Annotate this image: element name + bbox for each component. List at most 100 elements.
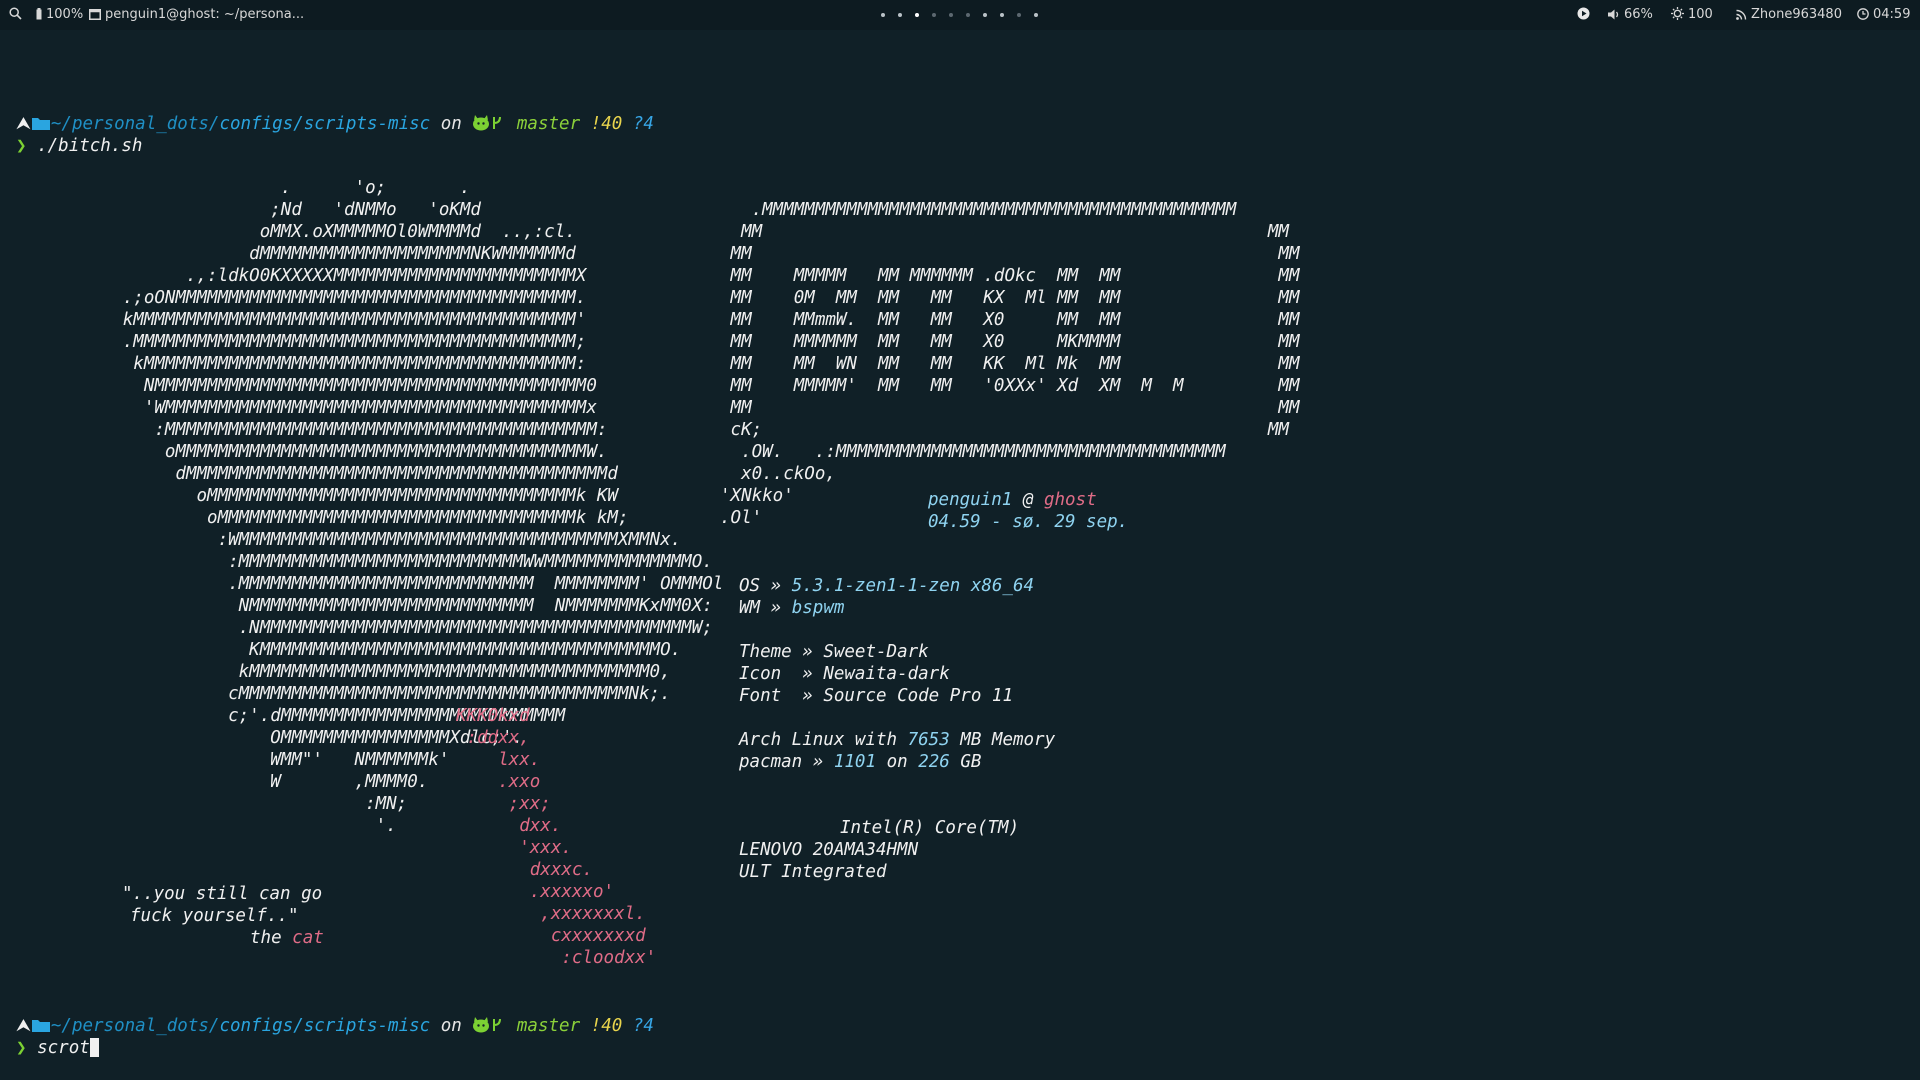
wm-line: WM » bspwm	[739, 597, 844, 619]
git-branch: master	[516, 1016, 581, 1036]
workspace-1[interactable]	[881, 13, 885, 17]
separator: »	[802, 664, 813, 684]
pacman-label: pacman	[739, 752, 803, 772]
path-prefix: ~/personal_dots/	[50, 1016, 220, 1036]
memory-line: Arch Linux with 7653 MB Memory	[739, 729, 1055, 751]
window-title: penguin1@ghost: ~/persona...	[105, 7, 305, 22]
at-sign: @	[1022, 490, 1034, 510]
folder-icon	[31, 114, 51, 134]
workspace-9[interactable]	[1017, 13, 1021, 17]
clock[interactable]: 04:59	[1857, 7, 1910, 22]
theme-line: Theme » Sweet-Dark	[739, 641, 929, 663]
vendor-line: LENOVO 20AMA34HMN	[739, 840, 919, 860]
quote-attribution: the cat	[250, 927, 324, 949]
font-line: Font » Source Code Pro 11	[739, 685, 1013, 707]
memory-prefix: Arch Linux with	[739, 730, 898, 750]
clock-icon	[1857, 7, 1869, 22]
workspace-7[interactable]	[983, 13, 987, 17]
workspace-8[interactable]	[1000, 13, 1004, 17]
quote-line-1: "..you still can go	[122, 884, 323, 904]
network-indicator[interactable]: Zhone963480	[1736, 7, 1842, 22]
font-value: Source Code Pro 11	[823, 686, 1013, 706]
command-input[interactable]: scrot	[37, 1038, 90, 1058]
brightness-indicator[interactable]: 100	[1671, 7, 1713, 22]
username: penguin1	[928, 490, 1013, 510]
prompt-chevron: ❯	[16, 136, 27, 156]
speaker-icon	[1608, 7, 1620, 22]
cpu-line: Intel(R) Core(TM)	[840, 818, 1020, 838]
git-modified-count: !40	[590, 1016, 623, 1036]
separator: »	[802, 686, 813, 706]
path-current: configs/scripts-misc	[219, 1016, 431, 1036]
brightness-icon	[1671, 7, 1684, 22]
memory-unit: MB Memory	[960, 730, 1056, 750]
package-count: 1101	[833, 752, 877, 772]
folder-icon	[31, 1016, 51, 1036]
arch-logo-icon: ⮝	[16, 1016, 31, 1036]
git-icon	[472, 114, 506, 134]
prompt-line-2: ⮝ ~/personal_dots/configs/scripts-misc on…	[16, 1015, 654, 1037]
wm-label: WM	[739, 598, 761, 618]
pacman-line: pacman » 1101 on 226 GB	[739, 751, 981, 773]
separator: »	[770, 598, 782, 618]
quote-cat: cat	[292, 928, 324, 948]
active-window[interactable]: penguin1@ghost: ~/persona...	[89, 7, 304, 22]
separator: »	[802, 642, 813, 662]
icon-label: Icon	[739, 664, 792, 684]
theme-value: Sweet-Dark	[823, 642, 929, 662]
command-text: ./bitch.sh	[37, 136, 143, 156]
prompt-on: on	[440, 114, 462, 134]
volume-indicator[interactable]: 66%	[1608, 7, 1653, 22]
os-label: OS	[739, 576, 761, 596]
wifi-icon	[1736, 7, 1747, 22]
volume-level: 66%	[1624, 7, 1653, 22]
battery-icon	[36, 7, 42, 22]
workspace-3[interactable]	[915, 13, 919, 17]
gpu-line: ULT Integrated	[739, 862, 887, 882]
separator: »	[770, 576, 782, 596]
git-untracked-count: ?4	[632, 1016, 654, 1036]
icon-line: Icon » Newaita-dark	[739, 663, 950, 685]
prompt-on: on	[440, 1016, 462, 1036]
disk-size: 226	[918, 752, 950, 772]
ascii-logo-box: .MMMMMMMMMMMMMMMMMMMMMMMMMMMMMMMMMMMMMMM…	[720, 200, 1300, 528]
media-play-icon[interactable]	[1577, 7, 1590, 22]
workspace-2[interactable]	[898, 13, 902, 17]
top-bar: 100% penguin1@ghost: ~/persona... 66% 10…	[0, 0, 1920, 30]
git-icon	[472, 1016, 506, 1036]
cat-tail-ascii: KKK0kxd :ddxx, lxx. .xxo ;xx; dxx. 'xxx.…	[456, 706, 657, 968]
path-prefix: ~/personal_dots/	[50, 114, 220, 134]
window-icon	[89, 7, 101, 22]
wm-value: bspwm	[791, 598, 845, 618]
battery-level: 100%	[46, 7, 84, 22]
text-cursor	[89, 1038, 99, 1057]
workspace-5[interactable]	[949, 13, 953, 17]
quote-line-2: fuck yourself.."	[130, 906, 299, 926]
git-modified-count: !40	[590, 114, 623, 134]
separator: »	[812, 752, 824, 772]
memory-value: 7653	[907, 730, 950, 750]
path-current: configs/scripts-misc	[219, 114, 431, 134]
quote-the: the	[250, 928, 282, 948]
workspace-4[interactable]	[932, 13, 936, 17]
git-branch: master	[516, 114, 581, 134]
workspace-10[interactable]	[1034, 13, 1038, 17]
search-icon[interactable]	[9, 7, 22, 22]
command-line-1: ❯ ./bitch.sh	[16, 135, 142, 157]
font-label: Font	[739, 686, 792, 706]
arch-logo-icon: ⮝	[16, 114, 31, 134]
prompt-line-1: ⮝ ~/personal_dots/configs/scripts-misc on…	[16, 113, 654, 135]
workspace-6[interactable]	[966, 13, 970, 17]
clock-time: 04:59	[1873, 7, 1911, 22]
network-name: Zhone963480	[1751, 7, 1842, 22]
datetime: 04.59 - sø. 29 sep.	[928, 512, 1129, 532]
disk-unit: GB	[960, 752, 982, 772]
os-value: 5.3.1-zen1-1-zen x86_64	[791, 576, 1035, 596]
os-line: OS » 5.3.1-zen1-1-zen x86_64	[739, 575, 1034, 597]
git-untracked-count: ?4	[632, 114, 654, 134]
icon-value: Newaita-dark	[823, 664, 950, 684]
command-line-2[interactable]: ❯ scrot	[16, 1037, 99, 1059]
terminal-window[interactable]: ⮝ ~/personal_dots/configs/scripts-misc on…	[0, 30, 1920, 1080]
theme-label: Theme	[739, 642, 792, 662]
battery-indicator[interactable]: 100%	[36, 7, 83, 22]
